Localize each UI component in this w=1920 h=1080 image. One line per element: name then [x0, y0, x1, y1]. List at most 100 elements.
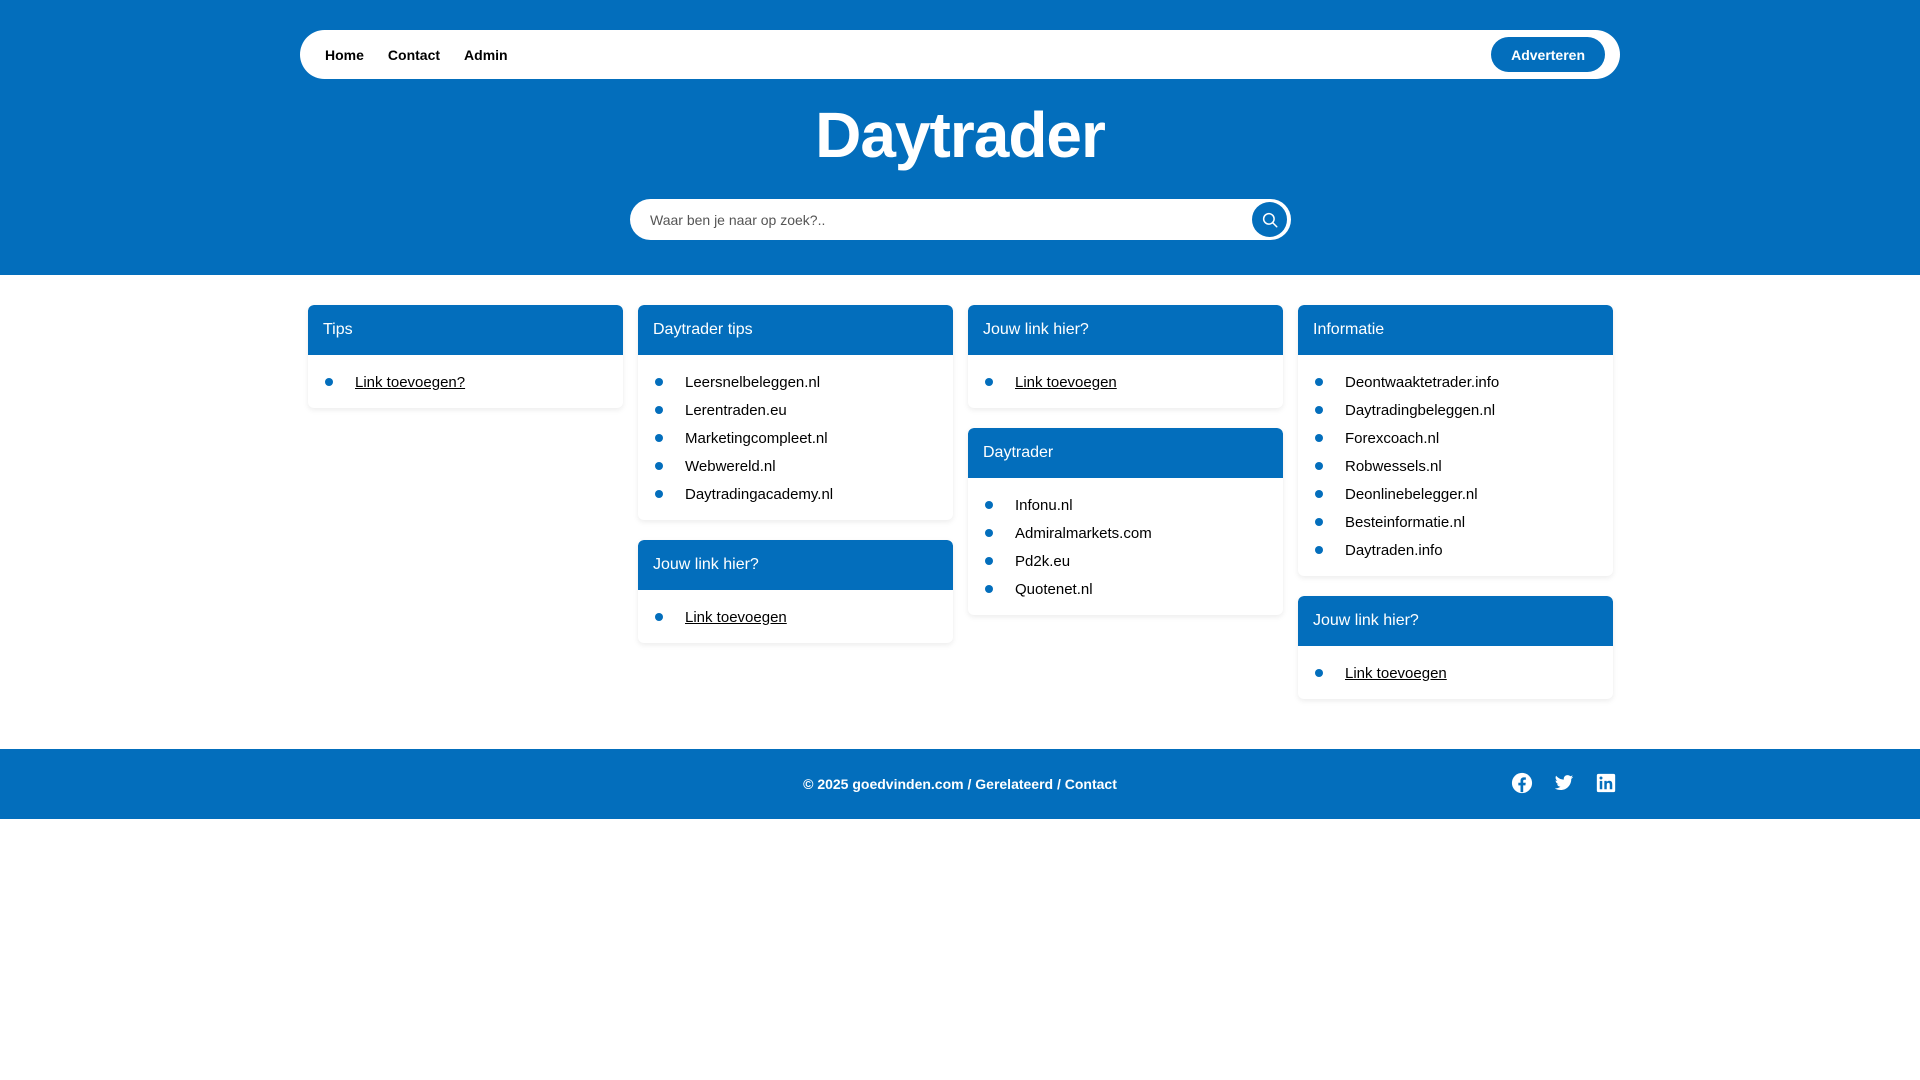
site-link[interactable]: Robwessels.nl: [1345, 458, 1442, 475]
list-item: Deontwaaktetrader.info: [1313, 368, 1598, 396]
column-4: Informatie Deontwaaktetrader.info Daytra…: [1298, 305, 1613, 699]
card-your-link: Jouw link hier? Link toevoegen: [638, 540, 953, 643]
twitter-icon: [1554, 775, 1574, 790]
bullet-icon: [985, 585, 993, 593]
nav-link-home[interactable]: Home: [325, 47, 364, 63]
add-link-link[interactable]: Link toevoegen: [1345, 665, 1447, 682]
nav-link-contact[interactable]: Contact: [388, 47, 440, 63]
bullet-icon: [655, 613, 663, 621]
site-link[interactable]: Deonlinebelegger.nl: [1345, 486, 1478, 503]
bullet-icon: [1315, 434, 1323, 442]
footer: © 2025 goedvinden.com / Gerelateerd / Co…: [0, 749, 1920, 819]
site-link[interactable]: Lerentraden.eu: [685, 402, 787, 419]
list-item: Webwereld.nl: [653, 452, 938, 480]
facebook-icon: [1511, 772, 1533, 794]
bullet-icon: [985, 529, 993, 537]
site-link[interactable]: Daytradingacademy.nl: [685, 486, 833, 503]
site-link[interactable]: Webwereld.nl: [685, 458, 776, 475]
card-daytrader: Daytrader Infonu.nl Admiralmarkets.com P…: [968, 428, 1283, 615]
bullet-icon: [1315, 462, 1323, 470]
list-item: Link toevoegen: [653, 603, 938, 631]
link-list: Link toevoegen: [1313, 659, 1598, 687]
list-item: Pd2k.eu: [983, 547, 1268, 575]
bullet-icon: [1315, 406, 1323, 414]
bullet-icon: [1315, 518, 1323, 526]
site-title: Daytrader: [815, 99, 1106, 171]
site-link[interactable]: Marketingcompleet.nl: [685, 430, 828, 447]
link-list: Link toevoegen: [653, 603, 938, 631]
card-title: Daytrader tips: [638, 305, 953, 355]
card-title: Daytrader: [968, 428, 1283, 478]
list-item: Infonu.nl: [983, 491, 1268, 519]
advertise-button[interactable]: Adverteren: [1491, 37, 1605, 72]
site-link[interactable]: Deontwaaktetrader.info: [1345, 374, 1499, 391]
list-item: Marketingcompleet.nl: [653, 424, 938, 452]
site-link[interactable]: Leersnelbeleggen.nl: [685, 374, 820, 391]
list-item: Quotenet.nl: [983, 575, 1268, 603]
facebook-link[interactable]: [1511, 772, 1533, 794]
site-link[interactable]: Quotenet.nl: [1015, 581, 1093, 598]
link-list: Link toevoegen?: [323, 368, 608, 396]
site-link[interactable]: Forexcoach.nl: [1345, 430, 1439, 447]
list-item: Leersnelbeleggen.nl: [653, 368, 938, 396]
column-1: Tips Link toevoegen?: [308, 305, 623, 408]
search-input[interactable]: [650, 211, 1252, 228]
bullet-icon: [1315, 378, 1323, 386]
nav-links: Home Contact Admin: [325, 47, 1491, 63]
footer-separator: /: [963, 776, 976, 792]
bullet-icon: [655, 406, 663, 414]
card-informatie: Informatie Deontwaaktetrader.info Daytra…: [1298, 305, 1613, 576]
bullet-icon: [325, 378, 333, 386]
navbar: Home Contact Admin Adverteren: [300, 30, 1620, 79]
linkedin-icon: [1596, 773, 1616, 793]
card-your-link: Jouw link hier? Link toevoegen: [1298, 596, 1613, 699]
footer-related-link[interactable]: Gerelateerd: [975, 776, 1053, 792]
add-link-link[interactable]: Link toevoegen?: [355, 374, 465, 391]
bullet-icon: [1315, 490, 1323, 498]
social-links: [1511, 772, 1617, 794]
list-item: Daytraden.info: [1313, 536, 1598, 564]
site-link[interactable]: Infonu.nl: [1015, 497, 1073, 514]
add-link-link[interactable]: Link toevoegen: [685, 609, 787, 626]
bullet-icon: [655, 434, 663, 442]
list-item: Link toevoegen: [1313, 659, 1598, 687]
site-link[interactable]: Daytraden.info: [1345, 542, 1443, 559]
bullet-icon: [655, 378, 663, 386]
link-list: Link toevoegen: [983, 368, 1268, 396]
card-title: Jouw link hier?: [1298, 596, 1613, 646]
twitter-link[interactable]: [1553, 772, 1575, 794]
bullet-icon: [985, 501, 993, 509]
list-item: Forexcoach.nl: [1313, 424, 1598, 452]
list-item: Daytradingbeleggen.nl: [1313, 396, 1598, 424]
card-title: Tips: [308, 305, 623, 355]
nav-link-admin[interactable]: Admin: [464, 47, 508, 63]
add-link-link[interactable]: Link toevoegen: [1015, 374, 1117, 391]
column-2: Daytrader tips Leersnelbeleggen.nl Leren…: [638, 305, 953, 643]
bullet-icon: [1315, 669, 1323, 677]
search-button[interactable]: [1252, 202, 1287, 237]
bullet-icon: [655, 490, 663, 498]
list-item: Lerentraden.eu: [653, 396, 938, 424]
site-link[interactable]: Pd2k.eu: [1015, 553, 1070, 570]
bullet-icon: [985, 557, 993, 565]
copyright-link[interactable]: © 2025 goedvinden.com: [803, 776, 963, 792]
site-link[interactable]: Daytradingbeleggen.nl: [1345, 402, 1495, 419]
bullet-icon: [1315, 546, 1323, 554]
list-item: Admiralmarkets.com: [983, 519, 1268, 547]
search-bar: [630, 199, 1291, 240]
list-item: Deonlinebelegger.nl: [1313, 480, 1598, 508]
linkedin-link[interactable]: [1595, 772, 1617, 794]
card-your-link: Jouw link hier? Link toevoegen: [968, 305, 1283, 408]
link-list: Leersnelbeleggen.nl Lerentraden.eu Marke…: [653, 368, 938, 508]
site-link[interactable]: Besteinformatie.nl: [1345, 514, 1465, 531]
card-title: Jouw link hier?: [968, 305, 1283, 355]
link-grid: Tips Link toevoegen? Daytrader tips Leer…: [308, 305, 1614, 699]
site-link[interactable]: Admiralmarkets.com: [1015, 525, 1152, 542]
list-item: Robwessels.nl: [1313, 452, 1598, 480]
card-title: Jouw link hier?: [638, 540, 953, 590]
list-item: Link toevoegen: [983, 368, 1268, 396]
card-tips: Tips Link toevoegen?: [308, 305, 623, 408]
link-list: Deontwaaktetrader.info Daytradingbelegge…: [1313, 368, 1598, 564]
footer-contact-link[interactable]: Contact: [1065, 776, 1117, 792]
column-3: Jouw link hier? Link toevoegen Daytrader…: [968, 305, 1283, 615]
